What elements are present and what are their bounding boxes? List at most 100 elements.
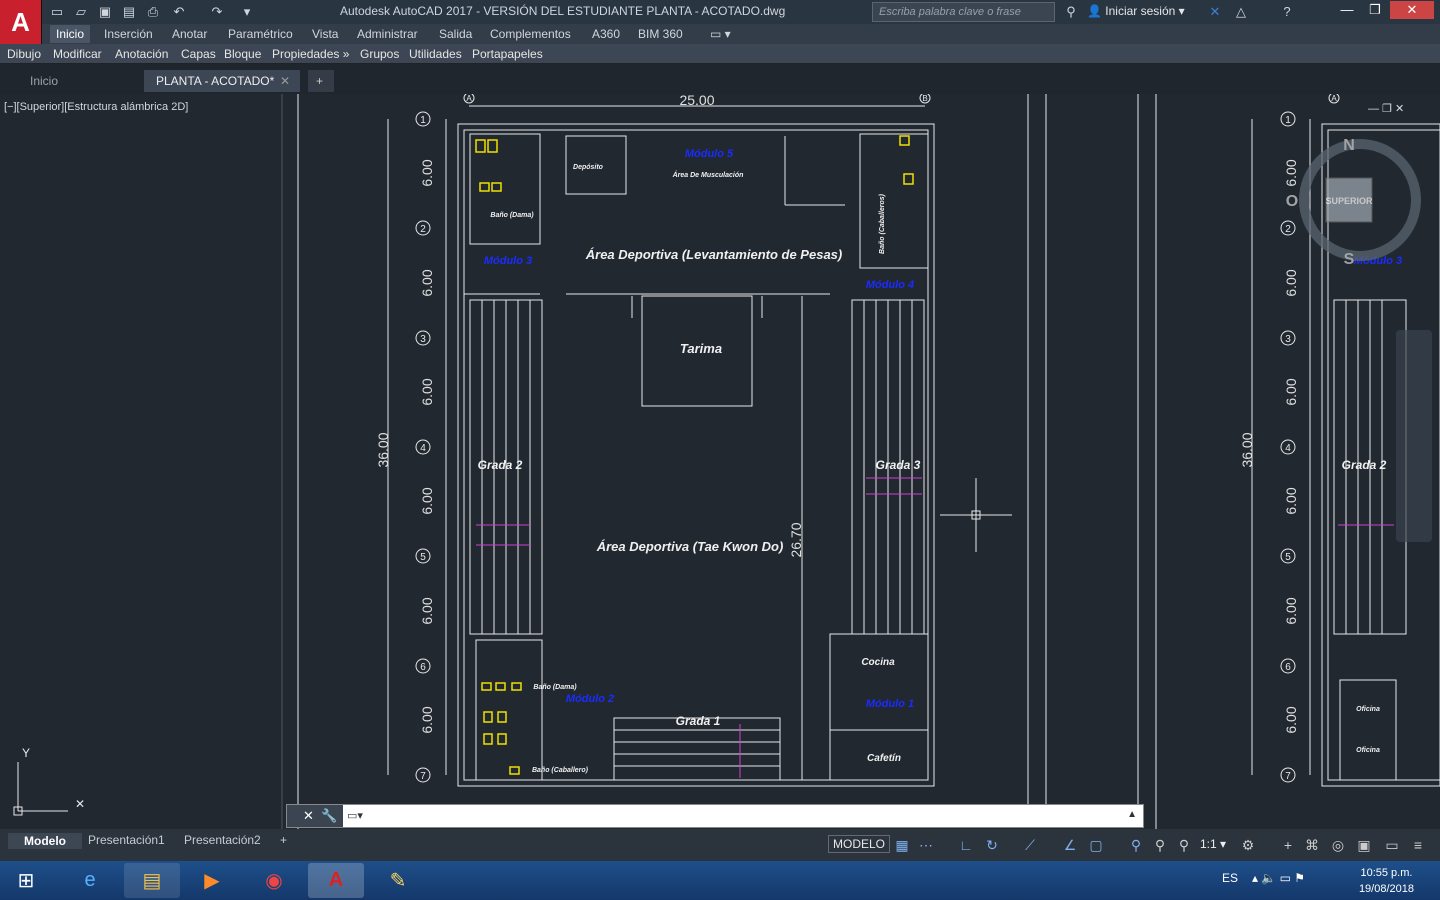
- row-dim-1b: 6.00: [1283, 159, 1299, 186]
- panel-modificar[interactable]: Modificar: [53, 47, 102, 61]
- panel-propiedades[interactable]: Propiedades »: [272, 47, 349, 61]
- ortho-icon[interactable]: ∟: [956, 835, 976, 855]
- search-input[interactable]: Escriba palabra clave o frase: [872, 2, 1055, 22]
- qat-dropdown-icon[interactable]: ▾: [238, 3, 256, 21]
- label-oficina-1: Oficina: [1356, 706, 1380, 713]
- ribbon-options-icon[interactable]: ▭ ▾: [710, 27, 731, 41]
- panel-bloque[interactable]: Bloque: [224, 47, 261, 61]
- axis-label-7b: 7: [1285, 771, 1291, 782]
- file-explorer-icon[interactable]: ▤: [124, 863, 180, 898]
- signin-button[interactable]: 👤 Iniciar sesión ▾: [1087, 4, 1185, 18]
- panel-anotacion[interactable]: Anotación: [115, 47, 168, 61]
- customization-menu-icon[interactable]: ≡: [1408, 835, 1428, 855]
- command-history-icon[interactable]: ▲: [1127, 809, 1137, 820]
- scale-dropdown[interactable]: 1:1 ▾: [1200, 837, 1226, 851]
- new-file-icon[interactable]: ▭: [48, 3, 66, 21]
- navigation-bar: [1396, 330, 1432, 542]
- title-bar: ▭ ▱ ▣ ▤ ⎙ ↶ ↷ ▾ Autodesk AutoCAD 2017 - …: [0, 0, 1440, 24]
- close-command-icon[interactable]: ✕: [303, 808, 314, 824]
- clock[interactable]: 10:55 p.m. 19/08/2018: [1359, 865, 1414, 897]
- autocad-taskbar-icon[interactable]: A: [308, 863, 364, 898]
- tab-parametrico[interactable]: Paramétrico: [228, 27, 293, 41]
- axis-label-6: 6: [420, 662, 426, 673]
- auto-scale-icon[interactable]: ⚲: [1150, 835, 1170, 855]
- chrome-icon[interactable]: ◉: [246, 863, 302, 898]
- add-layout-button[interactable]: +: [280, 833, 287, 847]
- hardware-acceleration-icon[interactable]: ▣: [1354, 835, 1374, 855]
- clock-date: 19/08/2018: [1358, 883, 1414, 895]
- media-player-icon[interactable]: ▶: [184, 863, 240, 898]
- axis-label-2: 2: [420, 224, 426, 235]
- clean-screen-icon[interactable]: ▭: [1382, 835, 1402, 855]
- units-icon[interactable]: ⌘: [1302, 835, 1322, 855]
- label-cafetin: Cafetín: [867, 753, 901, 764]
- workspace-gear-icon[interactable]: ⚙: [1238, 835, 1258, 855]
- annotation-scale-icon[interactable]: ⚲: [1174, 835, 1194, 855]
- tab-vista[interactable]: Vista: [312, 27, 338, 41]
- doc-tab-planta[interactable]: PLANTA - ACOTADO* ✕: [144, 70, 300, 92]
- row-dim-1: 6.00: [419, 159, 435, 186]
- axis-label-7: 7: [420, 771, 426, 782]
- svg-text:Y: Y: [22, 746, 30, 760]
- tray-icons[interactable]: ▴ 🔈 ▭ ⚑: [1252, 871, 1305, 885]
- tab-modelo[interactable]: Modelo: [8, 833, 82, 849]
- a360-icon[interactable]: △: [1232, 3, 1250, 21]
- panel-grupos[interactable]: Grupos: [360, 47, 399, 61]
- doc-tab-inicio[interactable]: Inicio: [18, 70, 142, 92]
- polar-icon[interactable]: ↻: [982, 835, 1002, 855]
- open-file-icon[interactable]: ▱: [72, 3, 90, 21]
- maximize-button[interactable]: ❐: [1362, 1, 1388, 19]
- close-tab-icon[interactable]: ✕: [280, 70, 290, 92]
- label-bano-caballeros: Baño (Caballeros): [879, 193, 886, 254]
- new-tab-button[interactable]: +: [308, 70, 334, 92]
- tab-bim360[interactable]: BIM 360: [638, 27, 683, 41]
- exchange-icon[interactable]: ✕: [1206, 3, 1224, 21]
- row-dim-5b: 6.00: [1283, 597, 1299, 624]
- label-grada2: Grada 2: [478, 458, 523, 472]
- minimize-button[interactable]: —: [1334, 1, 1360, 19]
- paint-icon[interactable]: ✎: [370, 863, 426, 898]
- axis-label-a: A: [466, 94, 472, 103]
- grid-icon[interactable]: ▦: [892, 835, 912, 855]
- undo-icon[interactable]: ↶: [170, 3, 188, 21]
- help-icon[interactable]: ?: [1278, 3, 1296, 21]
- viewport-window-controls[interactable]: — ❐ ✕: [1368, 102, 1404, 115]
- snap-icon[interactable]: ⋯: [916, 835, 936, 855]
- internet-explorer-icon[interactable]: e: [62, 863, 118, 898]
- application-menu-button[interactable]: A: [0, 0, 42, 44]
- tab-presentacion1[interactable]: Presentación1: [88, 833, 165, 847]
- binoculars-icon[interactable]: ⚲: [1062, 3, 1080, 21]
- osnap-icon[interactable]: ▢: [1086, 835, 1106, 855]
- tab-presentacion2[interactable]: Presentación2: [184, 833, 261, 847]
- viewport-controls[interactable]: [−][Superior][Estructura alámbrica 2D]: [4, 101, 188, 113]
- model-viewport[interactable]: 1 2 3 4 5 6 7 1 2 3 4 5 6 7 A B A 25.00 …: [0, 94, 1440, 829]
- isodraft-icon[interactable]: ⟋: [1020, 835, 1040, 855]
- tab-salida[interactable]: Salida: [439, 27, 472, 41]
- panel-dibujo[interactable]: Dibujo: [7, 47, 41, 61]
- axis-label-2b: 2: [1285, 224, 1291, 235]
- start-button[interactable]: ⊞: [2, 863, 50, 898]
- language-indicator[interactable]: ES: [1222, 871, 1238, 885]
- print-icon[interactable]: ⎙: [144, 3, 162, 21]
- close-button[interactable]: ✕: [1390, 1, 1434, 19]
- panel-capas[interactable]: Capas: [181, 47, 216, 61]
- tab-complementos[interactable]: Complementos: [490, 27, 571, 41]
- isolate-icon[interactable]: ◎: [1328, 835, 1348, 855]
- annotation-monitor-icon[interactable]: +: [1278, 835, 1298, 855]
- annotation-visibility-icon[interactable]: ⚲: [1126, 835, 1146, 855]
- model-space-button[interactable]: MODELO: [828, 835, 891, 853]
- command-prompt-icon[interactable]: ▭▾: [347, 809, 363, 822]
- panel-portapapeles[interactable]: Portapapeles: [472, 47, 543, 61]
- redo-icon[interactable]: ↷: [208, 3, 226, 21]
- panel-utilidades[interactable]: Utilidades: [409, 47, 462, 61]
- tab-anotar[interactable]: Anotar: [172, 27, 207, 41]
- tab-a360[interactable]: A360: [592, 27, 620, 41]
- save-icon[interactable]: ▣: [96, 3, 114, 21]
- save-as-icon[interactable]: ▤: [120, 3, 138, 21]
- tab-inicio[interactable]: Inicio: [50, 25, 91, 43]
- command-line[interactable]: ✕ 🔧 ▭▾ ▲: [286, 804, 1144, 828]
- osnap-tracking-icon[interactable]: ∠: [1060, 835, 1080, 855]
- tab-insercion[interactable]: Inserción: [104, 27, 153, 41]
- tab-administrar[interactable]: Administrar: [357, 27, 418, 41]
- customize-command-icon[interactable]: 🔧: [321, 808, 337, 824]
